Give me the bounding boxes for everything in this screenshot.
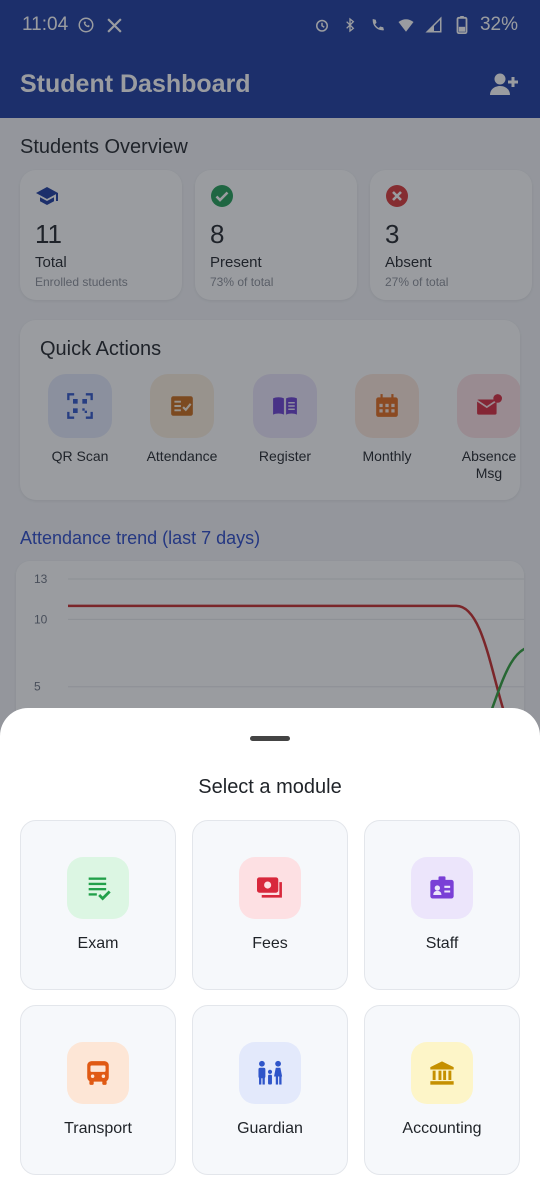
- module-label: Guardian: [237, 1120, 303, 1137]
- bus-icon: [67, 1042, 129, 1104]
- module-bottom-sheet: Select a module Exam Fees Staff Transpor…: [0, 708, 540, 1200]
- module-label: Exam: [77, 935, 119, 952]
- module-exam[interactable]: Exam: [20, 820, 176, 990]
- family-icon: [239, 1042, 301, 1104]
- module-guardian[interactable]: Guardian: [192, 1005, 348, 1175]
- module-label: Staff: [425, 935, 459, 952]
- id-badge-icon: [411, 857, 473, 919]
- module-label: Transport: [64, 1120, 132, 1137]
- module-transport[interactable]: Transport: [20, 1005, 176, 1175]
- exam-icon: [67, 857, 129, 919]
- bank-icon: [411, 1042, 473, 1104]
- module-label: Accounting: [402, 1120, 482, 1137]
- module-staff[interactable]: Staff: [364, 820, 520, 990]
- module-label: Fees: [252, 935, 288, 952]
- module-fees[interactable]: Fees: [192, 820, 348, 990]
- drag-handle[interactable]: [250, 736, 290, 741]
- money-icon: [239, 857, 301, 919]
- module-accounting[interactable]: Accounting: [364, 1005, 520, 1175]
- sheet-title: Select a module: [198, 776, 342, 798]
